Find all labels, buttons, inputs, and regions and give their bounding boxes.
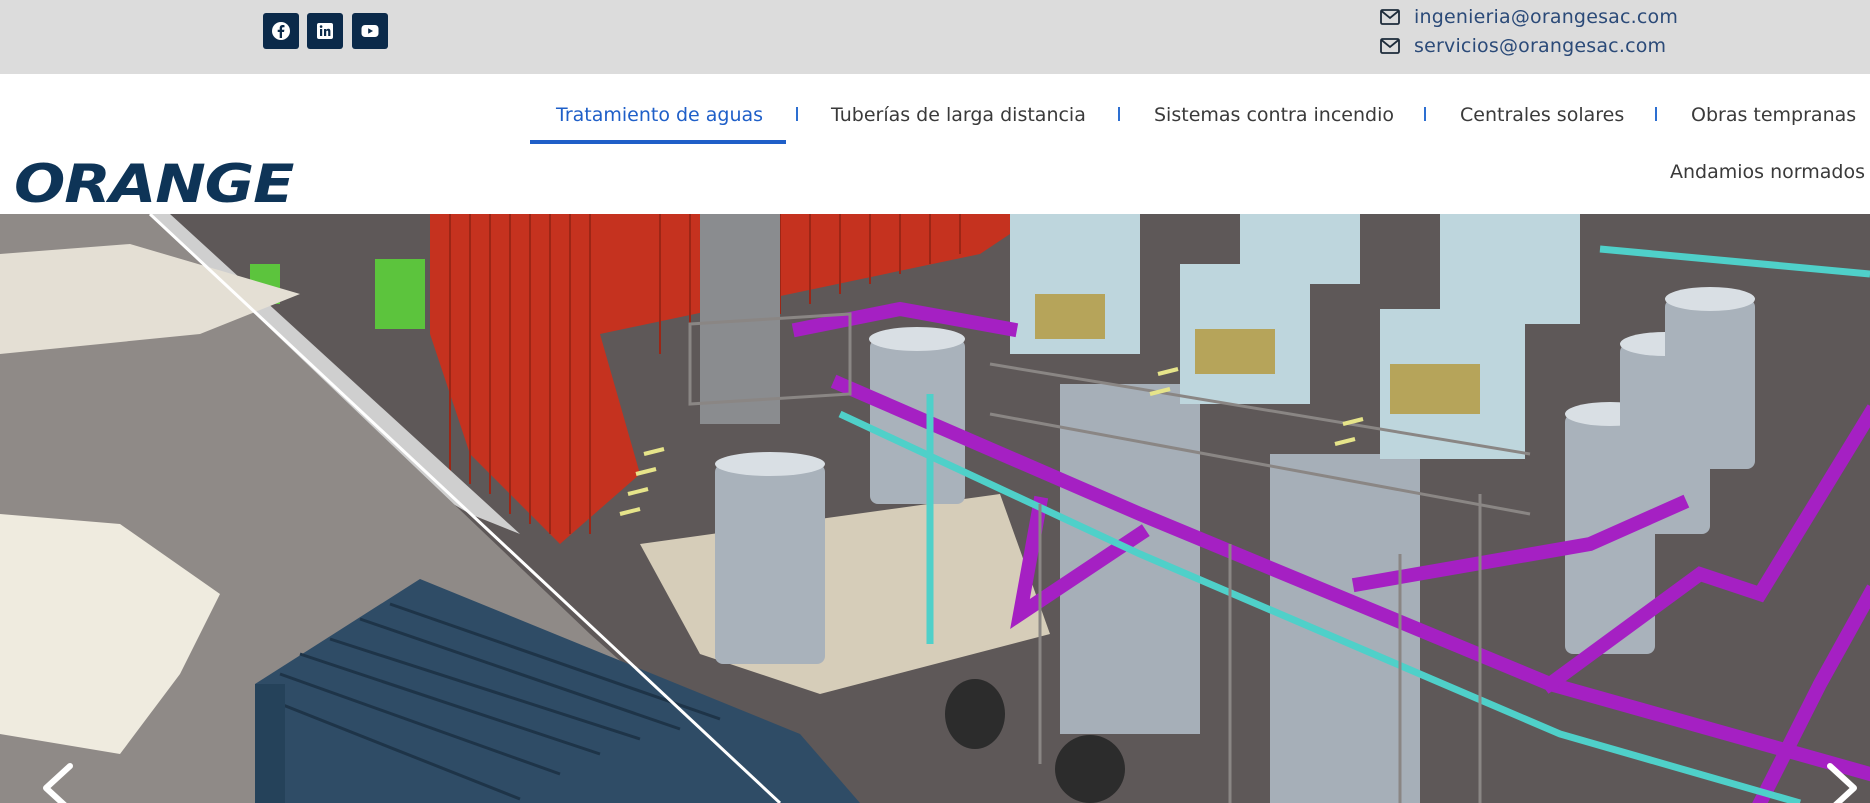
chevron-left-icon[interactable] — [36, 762, 76, 803]
youtube-icon — [361, 25, 379, 37]
envelope-icon — [1380, 38, 1400, 54]
top-bar: ingenieria@orangesac.com servicios@orang… — [0, 0, 1870, 74]
contact-email-ingenieria[interactable]: ingenieria@orangesac.com — [1380, 4, 1678, 30]
envelope-icon — [1380, 9, 1400, 25]
nav-separator — [796, 107, 798, 121]
hero-image — [0, 214, 1870, 803]
nav-item-obras-tempranas[interactable]: Obras tempranas — [1691, 104, 1856, 126]
email-servicios[interactable]: servicios@orangesac.com — [1414, 35, 1666, 57]
linkedin-icon — [317, 23, 333, 39]
nav-separator — [1655, 107, 1657, 121]
email-ingenieria[interactable]: ingenieria@orangesac.com — [1414, 6, 1678, 28]
linkedin-link[interactable] — [307, 13, 343, 49]
facebook-link[interactable] — [263, 13, 299, 49]
active-tab-indicator — [530, 140, 786, 144]
nav-separator — [1424, 107, 1426, 121]
nav-separator — [1118, 107, 1120, 121]
site-logo[interactable]: ORANGE — [14, 154, 294, 215]
nav-item-tratamiento-de-aguas[interactable]: Tratamiento de aguas — [556, 104, 763, 126]
main-header: ORANGE Tratamiento de aguas Tuberías de … — [0, 74, 1870, 215]
youtube-link[interactable] — [352, 13, 388, 49]
nav-item-centrales-solares[interactable]: Centrales solares — [1460, 104, 1624, 126]
nav-item-tuberias-de-larga-distancia[interactable]: Tuberías de larga distancia — [831, 104, 1086, 126]
contact-email-servicios[interactable]: servicios@orangesac.com — [1380, 33, 1666, 59]
chevron-right-icon[interactable] — [1824, 762, 1864, 803]
nav-item-andamios-normados[interactable]: Andamios normados — [1670, 161, 1865, 183]
hero-slider — [0, 214, 1870, 803]
facebook-icon — [272, 22, 290, 40]
nav-item-sistemas-contra-incendio[interactable]: Sistemas contra incendio — [1154, 104, 1394, 126]
